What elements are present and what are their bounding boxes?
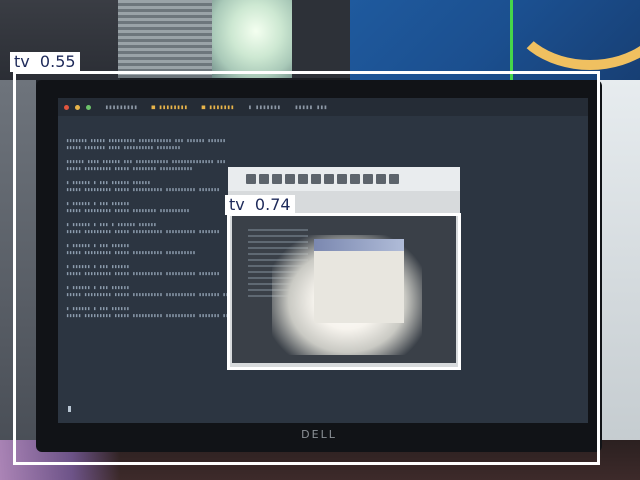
bright-window [212,0,292,78]
window-blinds [118,0,213,78]
detection-label-tv-inner: tv 0.74 [225,195,295,215]
detection-box-tv-inner [227,213,461,370]
detection-class: tv [229,195,245,214]
green-cable [510,0,513,80]
right-background [598,80,640,480]
detection-label-tv-outer: tv 0.55 [10,52,80,72]
detection-score: 0.55 [39,52,76,71]
wall-section [292,0,350,78]
detection-score: 0.74 [254,195,291,214]
detection-class: tv [14,52,30,71]
camera-frame: ▮▮▮▮▮▮▮▮▮ ■ ▮▮▮▮▮▮▮▮ ■ ▮▮▮▮▮▮▮ ▮ ▮▮▮▮▮▮▮… [0,0,640,480]
